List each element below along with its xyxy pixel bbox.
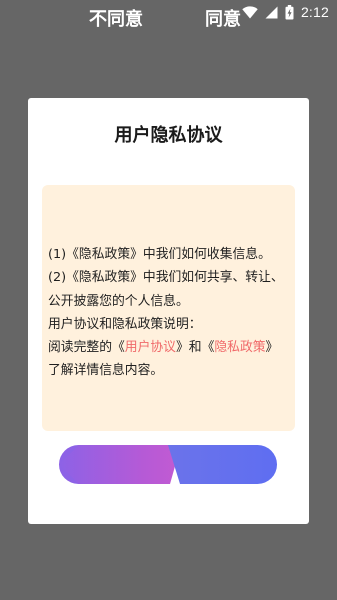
policy-content: (1)《隐私政策》中我们如何收集信息。 (2)《隐私政策》中我们如何共享、转让、… (48, 243, 298, 383)
status-bar: 2:12 (0, 0, 337, 24)
status-time: 2:12 (300, 4, 329, 20)
status-icons: 2:12 (242, 2, 329, 22)
privacy-policy-link[interactable]: 隐私政策 (214, 340, 265, 355)
policy-line-5: 阅读完整的《用户协议》和《隐私政策》 (48, 336, 298, 359)
policy-line-5-prefix: 阅读完整的 (48, 340, 112, 356)
policy-line-6: 了解详情信息内容。 (48, 363, 164, 379)
disagree-button[interactable] (59, 445, 181, 484)
wifi-icon (242, 5, 258, 19)
agree-button[interactable] (168, 445, 277, 484)
policy-line-3: 公开披露您的个人信息。 (48, 293, 189, 309)
policy-line-4: 用户协议和隐私政策说明： (48, 316, 202, 332)
policy-line-2: (2)《隐私政策》中我们如何共享、转让、 (48, 270, 284, 286)
close-bracket-1: 》和《 (175, 340, 215, 356)
battery-icon (285, 4, 294, 20)
open-bracket-1: 《 (111, 340, 125, 356)
close-bracket-2: 》 (265, 340, 279, 356)
policy-line-1: (1)《隐私政策》中我们如何收集信息。 (48, 247, 271, 262)
signal-icon (265, 6, 278, 19)
dialog-title: 用户隐私协议 (114, 125, 223, 146)
user-agreement-link[interactable]: 用户协议 (125, 340, 176, 355)
